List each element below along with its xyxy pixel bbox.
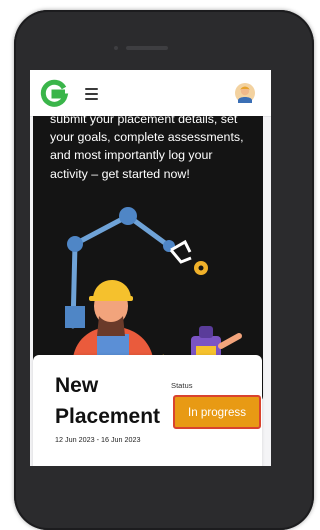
camera-dot — [114, 46, 118, 50]
placement-title-line: New — [55, 374, 99, 397]
app-header — [30, 70, 271, 117]
hero-intro-line: activity – get started now! — [50, 166, 190, 181]
placement-title-line: Placement — [55, 405, 161, 428]
placement-dates: 12 Jun 2023 - 16 Jun 2023 — [55, 435, 141, 444]
speaker-grille — [126, 46, 168, 50]
g-logo-icon[interactable] — [39, 79, 69, 109]
hero-intro-line: submit your placement details, set — [50, 116, 238, 126]
hero-intro-text: submit your placement details, set your … — [50, 116, 260, 183]
hero-intro-line: your goals, complete assessments, — [50, 130, 244, 145]
status-label: Status — [171, 381, 193, 390]
placement-title: New Placement — [55, 370, 175, 432]
status-badge[interactable]: In progress — [173, 395, 261, 429]
app-screen: submit your placement details, set your … — [30, 70, 271, 466]
hero-intro-line: and most importantly log your — [50, 148, 213, 163]
hamburger-menu-icon[interactable] — [85, 88, 98, 100]
user-avatar-icon[interactable] — [235, 83, 255, 103]
placement-card[interactable]: New Placement 12 Jun 2023 - 16 Jun 2023 … — [33, 355, 262, 466]
